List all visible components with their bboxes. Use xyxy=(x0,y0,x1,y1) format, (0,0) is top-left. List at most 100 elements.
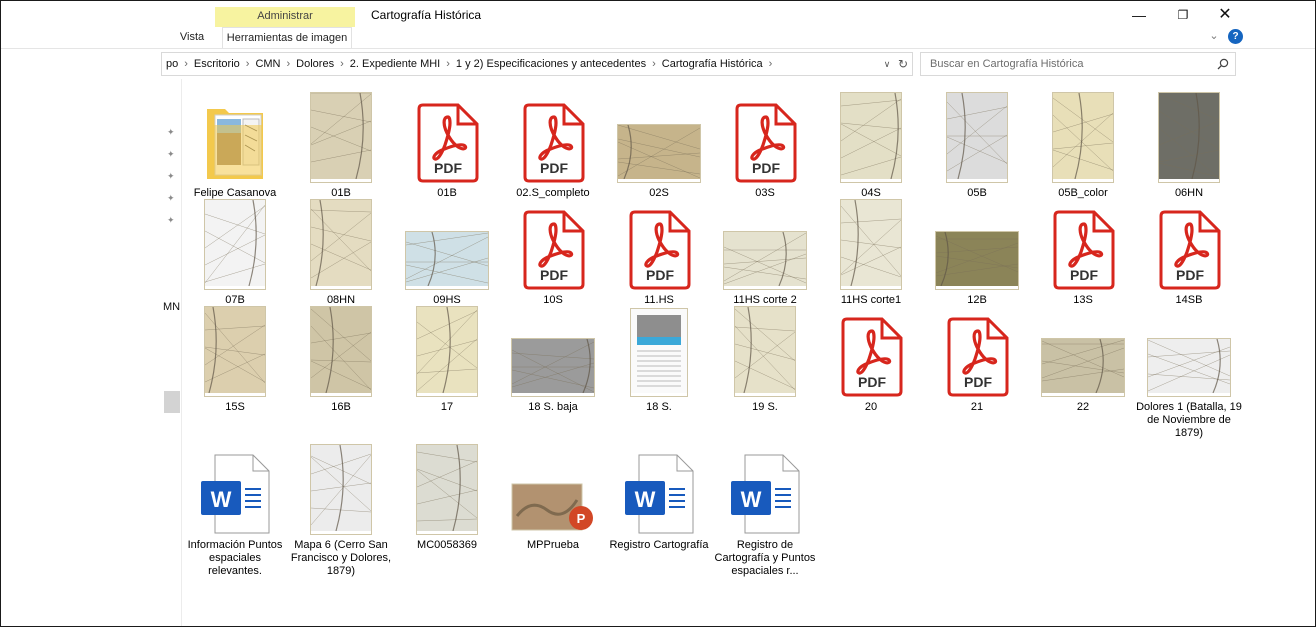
minimize-button[interactable]: — xyxy=(1119,3,1159,29)
file-thumbnail[interactable] xyxy=(182,303,288,399)
tab-vista[interactable]: Vista xyxy=(169,27,215,47)
breadcrumb-separator-icon[interactable]: › xyxy=(769,58,773,70)
expand-ribbon-chevron-icon[interactable]: ⌄ xyxy=(1206,29,1222,43)
search-icon[interactable] xyxy=(1217,58,1229,70)
breadcrumb-separator-icon[interactable]: › xyxy=(340,58,344,70)
svg-text:PDF: PDF xyxy=(752,160,780,176)
file-thumbnail[interactable]: PDF xyxy=(1136,196,1242,292)
map-thumbnail xyxy=(416,444,478,535)
file-thumbnail[interactable] xyxy=(818,89,924,185)
file-name: 15S xyxy=(225,401,245,413)
map-thumbnail xyxy=(310,199,372,290)
pdf-icon: PDF xyxy=(626,210,692,290)
map-thumbnail xyxy=(310,306,372,397)
breadcrumb-separator-icon[interactable]: › xyxy=(184,58,188,70)
breadcrumb-item[interactable]: Cartografía Histórica xyxy=(662,58,763,70)
search-input[interactable]: Buscar en Cartografía Histórica xyxy=(920,52,1236,76)
window-title: Cartografía Histórica xyxy=(371,8,482,22)
file-name: 18 S. baja xyxy=(528,401,578,413)
map-thumbnail xyxy=(204,199,266,290)
file-thumbnail[interactable]: PDF xyxy=(500,196,606,292)
file-name: Registro de Cartografía y Puntos espacia… xyxy=(714,539,816,577)
breadcrumb-separator-icon[interactable]: › xyxy=(246,58,250,70)
file-thumbnail[interactable] xyxy=(182,89,288,185)
breadcrumb-item[interactable]: po xyxy=(166,58,178,70)
address-dropdown-icon[interactable]: ∨ xyxy=(880,53,894,75)
tab-herramientas-de-imagen[interactable]: Herramientas de imagen xyxy=(222,27,352,48)
map-thumbnail xyxy=(310,444,372,535)
file-thumbnail[interactable] xyxy=(924,196,1030,292)
map-thumbnail xyxy=(734,306,796,397)
file-name: MC0058369 xyxy=(417,539,477,551)
ribbon: Administrar Vista Herramientas de imagen… xyxy=(1,1,1315,49)
pdf-icon: PDF xyxy=(732,103,798,183)
breadcrumb-separator-icon[interactable]: › xyxy=(446,58,450,70)
file-thumbnail[interactable]: W xyxy=(712,441,818,537)
breadcrumb-item[interactable]: CMN xyxy=(255,58,280,70)
file-thumbnail[interactable]: PDF xyxy=(500,89,606,185)
pdf-icon: PDF xyxy=(944,317,1010,397)
file-thumbnail[interactable] xyxy=(394,441,500,537)
file-thumbnail[interactable] xyxy=(1030,303,1136,399)
svg-text:PDF: PDF xyxy=(964,374,992,390)
map-thumbnail xyxy=(723,231,807,290)
file-thumbnail[interactable]: PDF xyxy=(394,89,500,185)
file-thumbnail[interactable] xyxy=(1136,89,1242,185)
file-thumbnail[interactable] xyxy=(394,303,500,399)
svg-text:PDF: PDF xyxy=(646,267,674,283)
file-thumbnail[interactable]: PDF xyxy=(818,303,924,399)
file-thumbnail[interactable] xyxy=(818,196,924,292)
file-thumbnail[interactable]: PDF xyxy=(712,89,818,185)
breadcrumb-item[interactable]: 2. Expediente MHI xyxy=(350,58,441,70)
file-grid: Felipe Casanova 01B PDF 01B PDF 02.S_comp… xyxy=(1,81,1315,626)
file-thumbnail[interactable] xyxy=(712,196,818,292)
file-thumbnail[interactable]: W xyxy=(182,441,288,537)
file-thumbnail[interactable] xyxy=(1030,89,1136,185)
refresh-icon[interactable]: ↻ xyxy=(896,53,910,75)
breadcrumb-item[interactable]: Escritorio xyxy=(194,58,240,70)
file-name: Mapa 6 (Cerro San Francisco y Dolores, 1… xyxy=(290,539,392,577)
file-thumbnail[interactable]: W xyxy=(606,441,712,537)
file-thumbnail[interactable] xyxy=(288,441,394,537)
breadcrumb: po › Escritorio › CMN › Dolores › 2. Expediente … xyxy=(166,53,778,75)
document-thumbnail xyxy=(630,308,688,397)
tab-group-administrar[interactable]: Administrar xyxy=(215,7,355,27)
breadcrumb-separator-icon[interactable]: › xyxy=(652,58,656,70)
maximize-button[interactable]: ❐ xyxy=(1163,3,1203,29)
file-thumbnail[interactable] xyxy=(288,303,394,399)
map-thumbnail xyxy=(405,231,489,290)
word-doc-icon: W xyxy=(729,453,801,535)
file-thumbnail[interactable] xyxy=(394,196,500,292)
svg-text:W: W xyxy=(211,487,232,512)
file-name: Registro Cartografía xyxy=(609,539,709,551)
pdf-icon: PDF xyxy=(838,317,904,397)
powerpoint-thumbnail-icon: P xyxy=(511,476,595,535)
breadcrumb-item[interactable]: 1 y 2) Especificaciones y antecedentes xyxy=(456,58,646,70)
breadcrumb-separator-icon[interactable]: › xyxy=(287,58,291,70)
file-thumbnail[interactable]: PDF xyxy=(606,196,712,292)
svg-text:PDF: PDF xyxy=(434,160,462,176)
file-thumbnail[interactable] xyxy=(1136,303,1242,399)
file-thumbnail[interactable] xyxy=(288,196,394,292)
address-bar[interactable]: po › Escritorio › CMN › Dolores › 2. Expediente … xyxy=(161,52,913,76)
breadcrumb-item[interactable]: Dolores xyxy=(296,58,334,70)
close-button[interactable]: ✕ xyxy=(1205,3,1245,29)
file-thumbnail[interactable] xyxy=(606,89,712,185)
file-thumbnail[interactable] xyxy=(182,196,288,292)
map-thumbnail xyxy=(310,92,372,183)
file-thumbnail[interactable] xyxy=(924,89,1030,185)
svg-text:PDF: PDF xyxy=(858,374,886,390)
map-thumbnail xyxy=(1147,338,1231,397)
file-name: 20 xyxy=(864,401,878,413)
pdf-icon: PDF xyxy=(520,210,586,290)
file-thumbnail[interactable]: P xyxy=(500,441,606,537)
file-thumbnail[interactable] xyxy=(500,303,606,399)
map-thumbnail xyxy=(1158,92,1220,183)
svg-text:PDF: PDF xyxy=(1070,267,1098,283)
file-thumbnail[interactable] xyxy=(288,89,394,185)
file-thumbnail[interactable]: PDF xyxy=(1030,196,1136,292)
help-icon[interactable]: ? xyxy=(1228,29,1243,44)
file-thumbnail[interactable]: PDF xyxy=(924,303,1030,399)
file-thumbnail[interactable] xyxy=(712,303,818,399)
file-thumbnail[interactable] xyxy=(606,303,712,399)
